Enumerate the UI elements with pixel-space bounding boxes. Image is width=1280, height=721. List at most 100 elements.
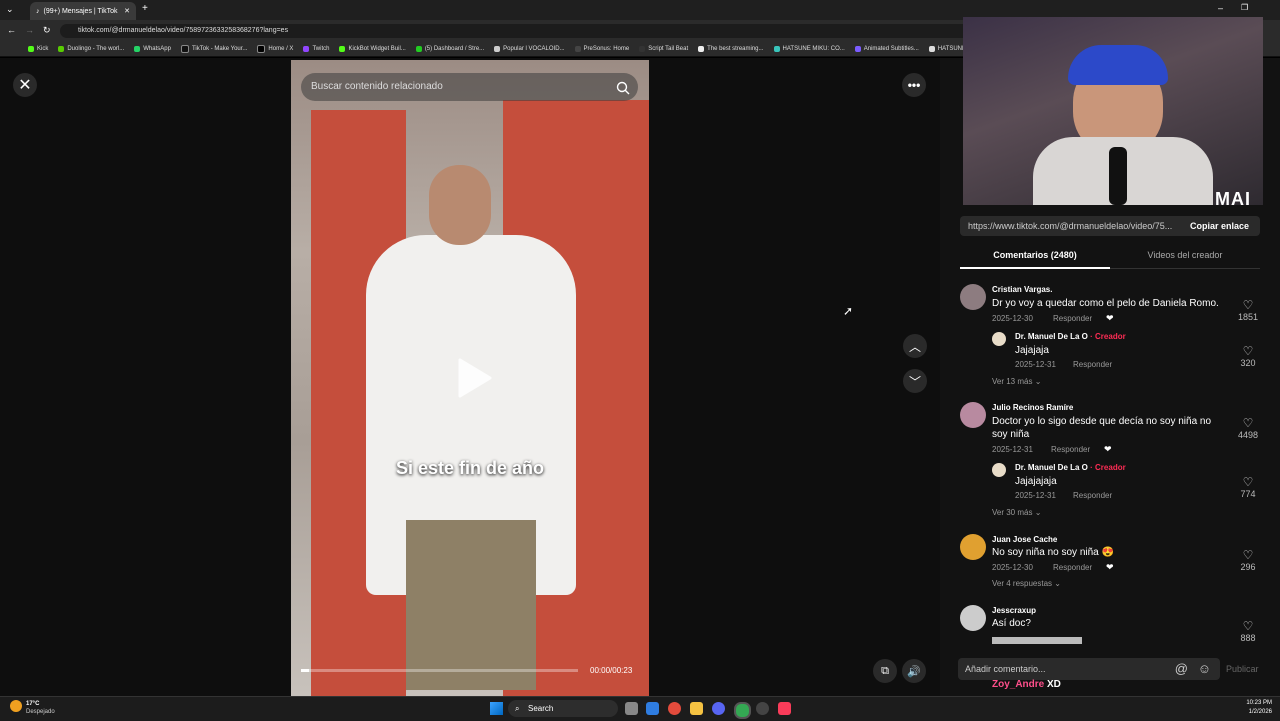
related-search-input[interactable]: Buscar contenido relacionado [301,73,638,101]
weather-temp[interactable]: 17°C [26,701,39,707]
like-button[interactable]: ♡ 774 [1228,475,1268,499]
app-icon[interactable] [668,702,681,715]
bookmark-item[interactable]: Twitch [303,46,329,52]
discord-icon[interactable] [712,702,725,715]
volume-button[interactable]: 🔊 [902,659,926,683]
weather-desc: Despejado [26,709,55,715]
new-tab-icon[interactable]: + [142,3,148,14]
video-progress-bar[interactable] [301,669,578,672]
heart-icon: ♡ [1242,344,1254,358]
avatar[interactable] [960,284,986,310]
bookmark-item[interactable]: HATSUNE MIKU: CO... [773,46,845,52]
tab-creator-videos[interactable]: Videos del creador [1110,244,1260,267]
bookmark-item[interactable]: KickBot Widget Buil... [339,46,406,52]
tab-comments[interactable]: Comentarios (2480) [960,244,1110,269]
music-icon[interactable] [778,702,791,715]
copy-link-button[interactable]: Copiar enlace [1190,216,1249,236]
forward-icon[interactable]: → [25,25,34,35]
webcam-cap [1068,45,1168,85]
comment-username[interactable]: Dr. Manuel De La O · Creador [1015,463,1126,472]
creator-badge: · Creador [1090,463,1126,472]
settings-icon[interactable] [756,702,769,715]
close-tab-icon[interactable]: ✕ [124,7,130,15]
reply-button[interactable]: Responder [1053,314,1092,323]
add-comment-input[interactable]: Añadir comentario... @ ☺ [958,658,1220,680]
start-icon[interactable] [490,702,503,715]
panel-tabs: Comentarios (2480) Videos del creador [960,244,1260,269]
bookmark-item[interactable]: Popular l VOCALOID... [494,46,565,52]
like-button[interactable]: ♡ 888 [1228,619,1268,643]
like-button[interactable]: ♡ 4498 [1228,416,1268,440]
bookmark-item[interactable]: Duolingo - The worl... [58,46,124,52]
comment-image[interactable] [992,637,1082,644]
avatar[interactable] [992,332,1006,346]
pip-button[interactable]: ⧉ [873,659,897,683]
minimize-icon[interactable]: – [1218,3,1223,13]
chrome-icon[interactable] [734,702,751,719]
comment-username[interactable]: Juan Jose Cache [992,535,1057,544]
address-bar[interactable]: tiktok.com/@drmanueldelao/video/75897236… [60,24,1040,38]
like-button[interactable]: ♡ 320 [1228,344,1268,368]
bookmark-item[interactable]: The best streaming... [698,46,764,52]
video-frame-legs [406,520,536,690]
play-button[interactable] [456,358,492,403]
weather-icon[interactable] [10,700,22,712]
bookmark-item[interactable]: Animated Subtitles... [854,46,919,52]
search-icon[interactable] [616,79,630,107]
comment-username[interactable]: Julio Recinos Ramíre [992,403,1073,412]
previous-video-button[interactable]: ︿ [903,334,927,358]
like-count: 888 [1240,633,1256,643]
view-more-replies[interactable]: Ver 4 respuestas ⌄ [992,579,1061,588]
bookmark-item[interactable]: Home / X [257,45,293,53]
comment-username[interactable]: Jesscraxup [992,606,1036,615]
edge-icon[interactable] [646,702,659,715]
taskbar-search-label: Search [528,704,554,713]
bookmark-item[interactable]: Kick [28,46,48,52]
heart-icon: ♡ [1242,619,1254,633]
publish-button[interactable]: Publicar [1226,658,1259,680]
emoji-icon[interactable]: ☺ [1198,658,1211,680]
creator-liked-icon: ❤ [1106,562,1114,572]
reply-button[interactable]: Responder [1073,491,1112,500]
windows-taskbar: 17°C Despejado ⌕ Search 10:23 PM 1/2/202… [0,696,1280,721]
back-icon[interactable]: ← [7,25,16,35]
next-video-button[interactable]: ﹀ [903,369,927,393]
close-icon: ✕ [18,77,32,94]
avatar[interactable] [960,534,986,560]
speaker-icon: 🔊 [907,665,921,678]
bookmark-item[interactable]: (5) Dashboard / Stre... [415,46,484,52]
task-view-icon[interactable] [625,702,638,715]
maximize-icon[interactable]: ❐ [1241,3,1248,12]
comment-username[interactable]: Dr. Manuel De La O · Creador [1015,332,1126,341]
browser-tab[interactable]: ♪ (99+) Mensajes | TikTok ✕ [30,2,136,20]
avatar[interactable] [960,605,986,631]
view-more-replies[interactable]: Ver 13 más ⌄ [992,377,1041,386]
comment-date: 2025-12-30 [992,563,1033,572]
bookmark-item[interactable]: WhatsApp [134,46,171,52]
bookmark-item[interactable]: Script Tail Beat [639,46,688,52]
file-explorer-icon[interactable] [690,702,703,715]
creator-liked-icon: ❤ [1106,313,1114,323]
reload-icon[interactable]: ↻ [43,25,51,36]
tab-search-icon[interactable]: ⌄ [6,4,14,15]
avatar[interactable] [992,463,1006,477]
bookmark-item[interactable]: PreSonus: Home [574,46,629,52]
mention-icon[interactable]: @ [1175,658,1188,680]
ellipsis-icon: ••• [907,78,921,92]
heart-icon: ♡ [1242,475,1254,489]
more-options-button[interactable]: ••• [902,73,926,97]
close-viewer-button[interactable]: ✕ [13,73,37,97]
reply-button[interactable]: Responder [1073,360,1112,369]
comment-username[interactable]: Cristian Vargas. [992,285,1052,294]
view-more-replies[interactable]: Ver 30 más ⌄ [992,508,1041,517]
taskbar-search[interactable]: ⌕ Search [508,700,618,717]
like-button[interactable]: ♡ 296 [1228,548,1268,572]
avatar[interactable] [960,402,986,428]
reply-button[interactable]: Responder [1053,563,1092,572]
like-button[interactable]: ♡ 1851 [1228,298,1268,322]
bookmark-item[interactable]: TikTok - Make Your... [180,45,247,53]
video-frame-head [429,165,491,245]
microphone-icon [1109,147,1127,205]
reply-button[interactable]: Responder [1051,445,1090,454]
clock-time[interactable]: 10:23 PM [1242,700,1272,706]
